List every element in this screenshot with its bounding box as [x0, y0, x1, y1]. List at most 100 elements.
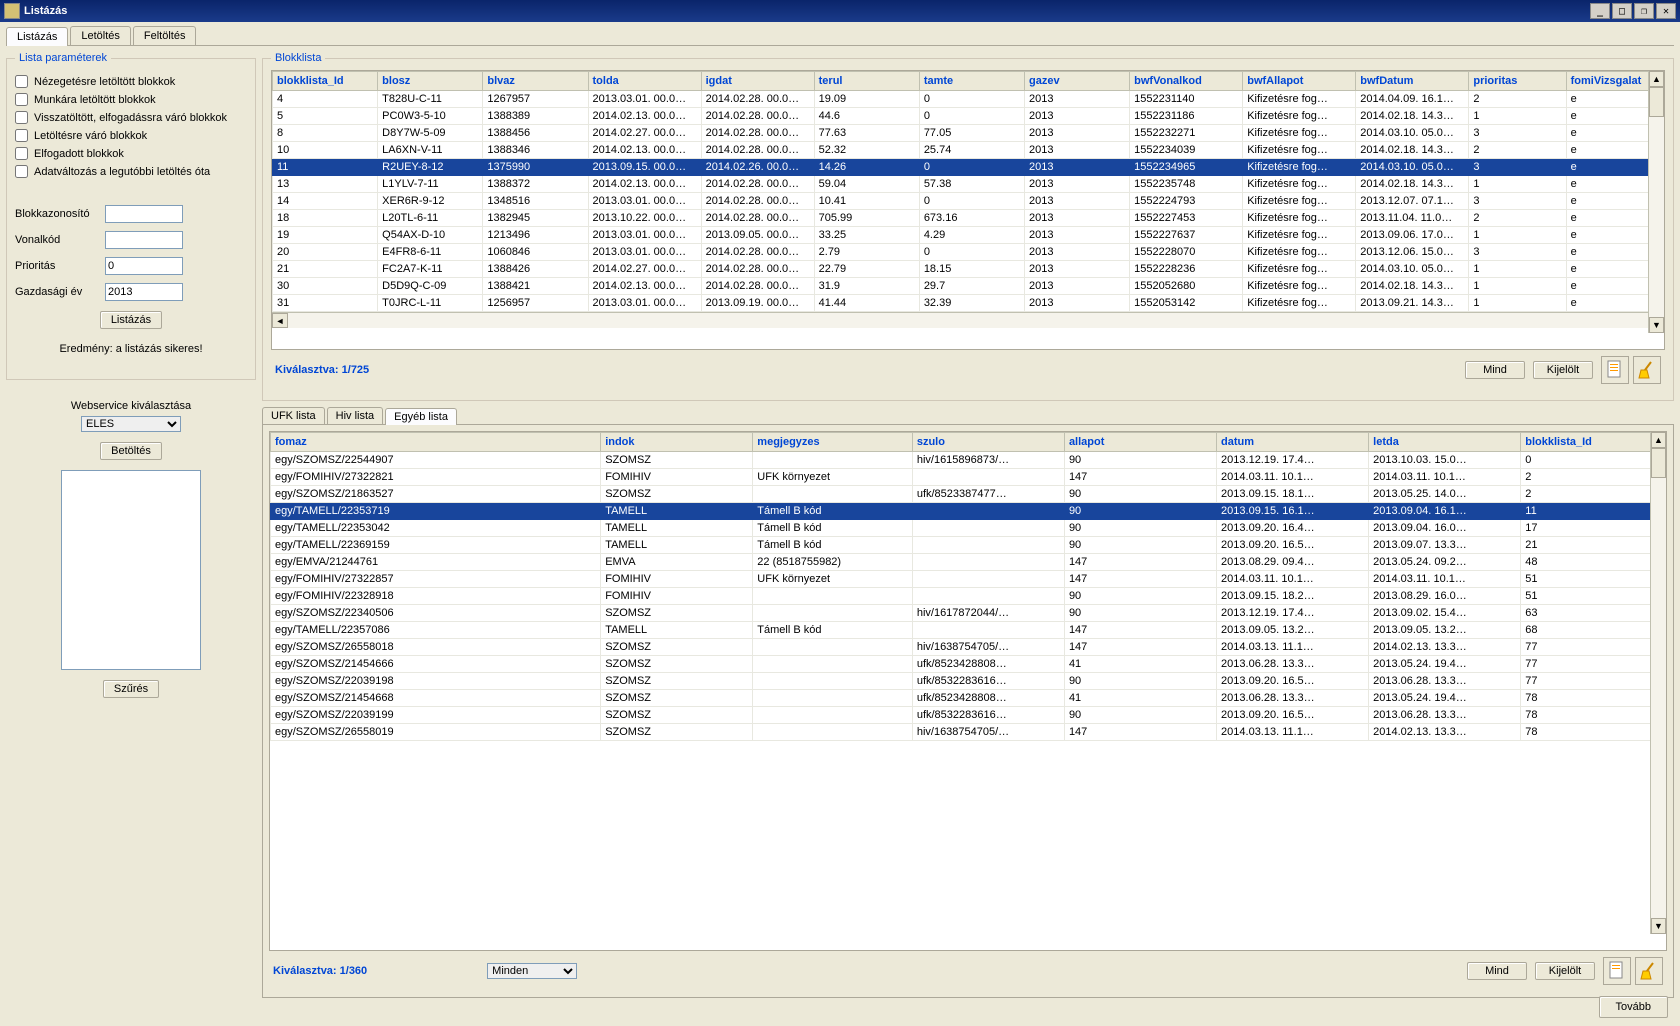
filter-button[interactable]: Szűrés — [103, 680, 159, 698]
close-button[interactable]: ✕ — [1656, 3, 1676, 19]
label-vonalkod: Vonalkód — [15, 234, 105, 246]
col-tolda[interactable]: tolda — [588, 72, 701, 91]
tab-listazas[interactable]: Listázás — [6, 27, 68, 46]
col-gazev[interactable]: gazev — [1024, 72, 1129, 91]
tovabb-button[interactable]: Tovább — [1599, 996, 1668, 1018]
table-row[interactable]: egy/SZOMSZ/21863527SZOMSZufk/8523387477…… — [271, 486, 1666, 503]
blokk-vscroll[interactable]: ▲▼ — [1648, 71, 1664, 333]
egyeb-table[interactable]: fomazindokmegjegyzesszuloallapotdatumlet… — [270, 432, 1666, 741]
table-row[interactable]: egy/TAMELL/22353042TAMELLTámell B kód902… — [271, 520, 1666, 537]
checkbox-label-5: Adatváltozás a legutóbbi letöltés óta — [34, 166, 210, 178]
blokk-hscroll[interactable]: ◄► — [272, 312, 1664, 328]
col-letda[interactable]: letda — [1369, 433, 1521, 452]
subtab-hiv[interactable]: Hiv lista — [327, 407, 384, 424]
checkbox-1[interactable] — [15, 93, 28, 106]
table-row[interactable]: egy/SZOMSZ/22039199SZOMSZufk/8532283616…… — [271, 707, 1666, 724]
minimize-button[interactable]: _ — [1590, 3, 1610, 19]
blokklista-legend: Blokklista — [271, 52, 325, 64]
table-row[interactable]: 14XER6R-9-1213485162013.03.01. 00.0…2014… — [273, 193, 1664, 210]
col-indok[interactable]: indok — [601, 433, 753, 452]
document-icon-2[interactable] — [1603, 957, 1631, 985]
egyeb-kijelolt-button[interactable]: Kijelölt — [1535, 962, 1595, 980]
service-listbox[interactable] — [61, 470, 201, 670]
maximize-button[interactable]: □ — [1612, 3, 1632, 19]
col-blokklista_Id[interactable]: blokklista_Id — [1521, 433, 1666, 452]
input-vonalkod[interactable] — [105, 231, 183, 249]
app-icon — [4, 3, 20, 19]
broom-icon[interactable] — [1633, 356, 1661, 384]
checkbox-label-0: Nézegetésre letöltött blokkok — [34, 76, 175, 88]
table-row[interactable]: egy/EMVA/21244761EMVA22 (8518755982)1472… — [271, 554, 1666, 571]
blokk-mind-button[interactable]: Mind — [1465, 361, 1525, 379]
egyeb-selection-label: Kiválasztva: 1/360 — [273, 965, 367, 977]
input-gazdev[interactable] — [105, 283, 183, 301]
col-prioritas[interactable]: prioritas — [1469, 72, 1566, 91]
col-megjegyzes[interactable]: megjegyzes — [753, 433, 913, 452]
table-row[interactable]: egy/SZOMSZ/22039198SZOMSZufk/8532283616…… — [271, 673, 1666, 690]
col-terul[interactable]: terul — [814, 72, 919, 91]
input-blokkazonosito[interactable] — [105, 205, 183, 223]
table-row[interactable]: egy/SZOMSZ/22544907SZOMSZhiv/1615896873/… — [271, 452, 1666, 469]
table-row[interactable]: 20E4FR8-6-1110608462013.03.01. 00.0…2014… — [273, 244, 1664, 261]
table-row[interactable]: 8D8Y7W-5-0913884562014.02.27. 00.0…2014.… — [273, 125, 1664, 142]
blokklista-table[interactable]: blokklista_Idbloszblvaztoldaigdatterulta… — [272, 71, 1664, 312]
col-szulo[interactable]: szulo — [912, 433, 1064, 452]
table-row[interactable]: 30D5D9Q-C-0913884212014.02.13. 00.0…2014… — [273, 278, 1664, 295]
label-blokkazonosito: Blokkazonosító — [15, 208, 105, 220]
table-row[interactable]: egy/FOMIHIV/27322857FOMIHIVUFK környezet… — [271, 571, 1666, 588]
subtab-ufk[interactable]: UFK lista — [262, 407, 325, 424]
table-row[interactable]: 5PC0W3-5-1013883892014.02.13. 00.0…2014.… — [273, 108, 1664, 125]
col-allapot[interactable]: allapot — [1064, 433, 1216, 452]
table-row[interactable]: egy/SZOMSZ/22340506SZOMSZhiv/1617872044/… — [271, 605, 1666, 622]
col-datum[interactable]: datum — [1217, 433, 1369, 452]
table-row[interactable]: egy/TAMELL/22369159TAMELLTámell B kód902… — [271, 537, 1666, 554]
list-button[interactable]: Listázás — [100, 311, 162, 329]
blokk-kijelolt-button[interactable]: Kijelölt — [1533, 361, 1593, 379]
checkbox-0[interactable] — [15, 75, 28, 88]
egyeb-mind-button[interactable]: Mind — [1467, 962, 1527, 980]
col-blokklista_Id[interactable]: blokklista_Id — [273, 72, 378, 91]
sub-tabs: UFK lista Hiv lista Egyéb lista — [262, 407, 1674, 425]
col-igdat[interactable]: igdat — [701, 72, 814, 91]
minden-select[interactable]: Minden — [487, 963, 577, 979]
table-row[interactable]: egy/SZOMSZ/26558019SZOMSZhiv/1638754705/… — [271, 724, 1666, 741]
table-row[interactable]: 13L1YLV-7-1113883722014.02.13. 00.0…2014… — [273, 176, 1664, 193]
table-row[interactable]: 4T828U-C-1112679572013.03.01. 00.0…2014.… — [273, 91, 1664, 108]
checkbox-3[interactable] — [15, 129, 28, 142]
restore-button[interactable]: ❐ — [1634, 3, 1654, 19]
table-row[interactable]: 18L20TL-6-1113829452013.10.22. 00.0…2014… — [273, 210, 1664, 227]
egyeb-vscroll[interactable]: ▲▼ — [1650, 432, 1666, 934]
load-button[interactable]: Betöltés — [100, 442, 162, 460]
checkbox-2[interactable] — [15, 111, 28, 124]
tab-letoltes[interactable]: Letöltés — [70, 26, 131, 45]
table-row[interactable]: 10LA6XN-V-1113883462014.02.13. 00.0…2014… — [273, 142, 1664, 159]
col-fomaz[interactable]: fomaz — [271, 433, 601, 452]
col-bwfVonalkod[interactable]: bwfVonalkod — [1130, 72, 1243, 91]
broom-icon-2[interactable] — [1635, 957, 1663, 985]
document-icon[interactable] — [1601, 356, 1629, 384]
table-row[interactable]: 21FC2A7-K-1113884262014.02.27. 00.0…2014… — [273, 261, 1664, 278]
col-bwfAllapot[interactable]: bwfAllapot — [1243, 72, 1356, 91]
input-prioritas[interactable] — [105, 257, 183, 275]
checkbox-4[interactable] — [15, 147, 28, 160]
table-row[interactable]: egy/FOMIHIV/27322821FOMIHIVUFK környezet… — [271, 469, 1666, 486]
table-row[interactable]: egy/SZOMSZ/21454668SZOMSZufk/8523428808…… — [271, 690, 1666, 707]
col-tamte[interactable]: tamte — [919, 72, 1024, 91]
table-row[interactable]: egy/TAMELL/22353719TAMELLTámell B kód902… — [271, 503, 1666, 520]
col-blosz[interactable]: blosz — [378, 72, 483, 91]
table-row[interactable]: 31T0JRC-L-1112569572013.03.01. 00.0…2013… — [273, 295, 1664, 312]
table-row[interactable]: egy/SZOMSZ/21454666SZOMSZufk/8523428808…… — [271, 656, 1666, 673]
col-blvaz[interactable]: blvaz — [483, 72, 588, 91]
table-row[interactable]: egy/TAMELL/22357086TAMELLTámell B kód147… — [271, 622, 1666, 639]
col-bwfDatum[interactable]: bwfDatum — [1356, 72, 1469, 91]
checkbox-5[interactable] — [15, 165, 28, 178]
status-text: Eredmény: a listázás sikeres! — [15, 343, 247, 355]
table-row[interactable]: 19Q54AX-D-1012134962013.03.01. 00.0…2013… — [273, 227, 1664, 244]
table-row[interactable]: 11R2UEY-8-1213759902013.09.15. 00.0…2014… — [273, 159, 1664, 176]
titlebar: Listázás _ □ ❐ ✕ — [0, 0, 1680, 22]
table-row[interactable]: egy/SZOMSZ/26558018SZOMSZhiv/1638754705/… — [271, 639, 1666, 656]
tab-feltoltes[interactable]: Feltöltés — [133, 26, 197, 45]
subtab-egyeb[interactable]: Egyéb lista — [385, 408, 457, 425]
table-row[interactable]: egy/FOMIHIV/22328918FOMIHIV902013.09.15.… — [271, 588, 1666, 605]
webservice-select[interactable]: ELES — [81, 416, 181, 432]
